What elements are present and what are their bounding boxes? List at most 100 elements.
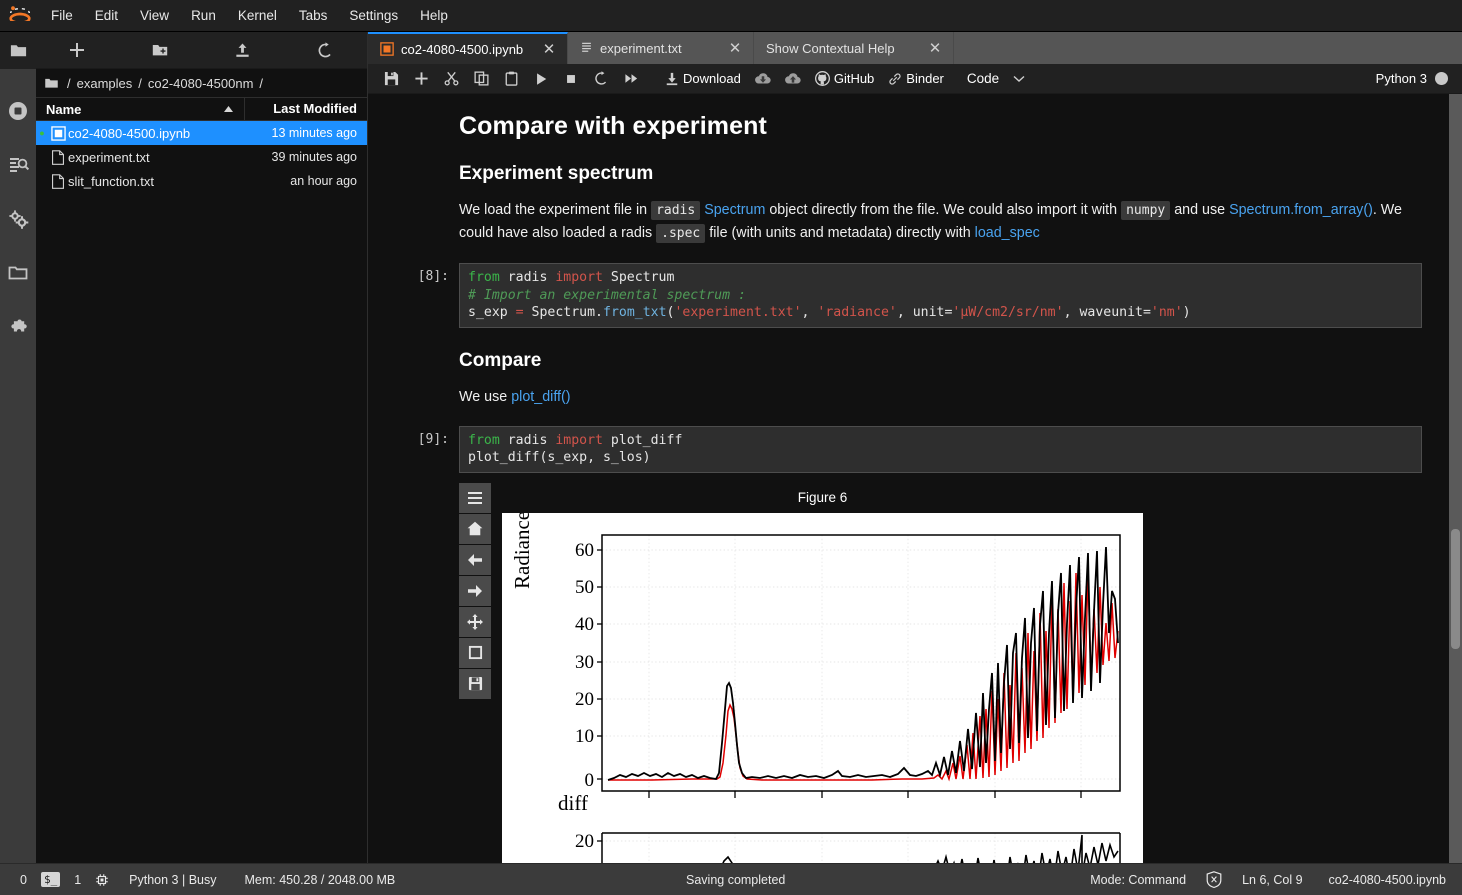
refresh-button[interactable] (284, 32, 367, 69)
scrollbar-thumb[interactable] (1451, 529, 1460, 649)
notebook-icon (48, 125, 68, 141)
sidebar-item-open-tabs[interactable] (0, 246, 36, 300)
paste-cell-button[interactable] (496, 65, 526, 93)
trusted-notebook-icon[interactable] (1206, 871, 1222, 888)
kernel-status-text[interactable]: Python 3 | Busy (123, 873, 222, 887)
link-spectrum[interactable]: Spectrum (704, 202, 765, 218)
list-item[interactable]: ● co2-4080-4500.ipynb 13 minutes ago (36, 121, 367, 145)
tab-contextual-help[interactable]: Show Contextual Help ✕ (754, 32, 954, 64)
text-file-icon (580, 41, 593, 55)
refresh-icon (318, 41, 331, 57)
puzzle-piece-icon (11, 319, 27, 332)
terminals-count[interactable]: 0 (14, 873, 33, 887)
copy-cell-button[interactable] (466, 65, 496, 93)
sidebar-item-extensions[interactable] (0, 300, 36, 354)
file-icon (48, 173, 68, 189)
run-cell-button[interactable] (526, 65, 556, 93)
sidebar-item-table-of-contents[interactable] (0, 138, 36, 192)
restart-run-all-button[interactable] (616, 65, 646, 93)
diff-subplot-label: diff (558, 790, 588, 815)
new-launcher-button[interactable] (36, 32, 119, 69)
kernel-name-label[interactable]: Python 3 (1376, 71, 1435, 86)
interrupt-kernel-button[interactable] (556, 65, 586, 93)
back-button[interactable] (459, 544, 491, 575)
column-header-modified[interactable]: Last Modified (245, 97, 367, 121)
save-figure-button[interactable] (459, 668, 491, 699)
link-load-spec[interactable]: load_spec (975, 225, 1040, 241)
new-folder-button[interactable] (119, 32, 202, 69)
figure-output: Figure 6 diff 60 50 40 30 20 10 0 20 (459, 482, 1450, 863)
link-spectrum-from-array[interactable]: Spectrum.from_array() (1229, 202, 1373, 218)
menu-edit[interactable]: Edit (84, 0, 129, 32)
restart-icon (594, 71, 606, 85)
cloud-download-button[interactable] (748, 65, 778, 93)
tab-label: Show Contextual Help (766, 40, 895, 56)
menu-tabs[interactable]: Tabs (288, 0, 339, 32)
list-item[interactable]: slit_function.txt an hour ago (36, 169, 367, 193)
plus-icon (414, 72, 428, 85)
notebook-scrollbar[interactable] (1449, 94, 1462, 863)
file-modified: 39 minutes ago (271, 150, 357, 164)
cell-type-value: Code (966, 71, 1000, 86)
terminal-icon[interactable]: $_ (40, 872, 61, 887)
code-token: = (515, 305, 524, 320)
cpu-chip-icon[interactable] (95, 873, 109, 887)
close-icon[interactable]: ✕ (727, 41, 743, 56)
menu-settings[interactable]: Settings (338, 0, 409, 32)
binder-button[interactable]: Binder (881, 65, 951, 93)
text-part: object directly from the file. We could … (765, 202, 1122, 218)
close-icon[interactable]: ✕ (927, 41, 943, 56)
cursor-position[interactable]: Ln 6, Col 9 (1236, 873, 1308, 887)
pan-button[interactable] (459, 606, 491, 637)
home-button[interactable] (459, 513, 491, 544)
insert-cell-button[interactable] (406, 65, 436, 93)
code-token: import (555, 270, 603, 285)
cloud-upload-button[interactable] (778, 65, 808, 93)
svg-text:30: 30 (575, 652, 594, 673)
code-editor[interactable]: from radis import Spectrum # Import an e… (459, 263, 1422, 328)
breadcrumb-root[interactable]: / (65, 76, 73, 91)
figure-menu-button[interactable] (459, 482, 491, 513)
open-tabs-icon (8, 266, 28, 280)
code-token: , (801, 305, 818, 320)
zoom-rect-button[interactable] (459, 637, 491, 668)
breadcrumb-examples[interactable]: examples (75, 76, 135, 91)
list-item[interactable]: experiment.txt 39 minutes ago (36, 145, 367, 169)
breadcrumb-folder[interactable]: co2-4080-4500nm (146, 76, 256, 91)
tab-notebook[interactable]: co2-4080-4500.ipynb ✕ (368, 32, 568, 64)
restart-kernel-button[interactable] (586, 65, 616, 93)
section-heading-experiment-spectrum: Experiment spectrum (459, 163, 654, 184)
menu-run[interactable]: Run (180, 0, 227, 32)
figure-canvas[interactable]: Radiance (µW/cm2/sr/nm) diff 60 50 40 30… (502, 512, 1143, 863)
save-button[interactable] (376, 65, 406, 93)
notebook-scroll-area[interactable]: Compare with experiment Experiment spect… (368, 94, 1462, 863)
menu-help[interactable]: Help (409, 0, 459, 32)
cut-cell-button[interactable] (436, 65, 466, 93)
cloud-download-icon (754, 72, 771, 84)
kernels-count[interactable]: 1 (68, 873, 87, 887)
main-dock-area: co2-4080-4500.ipynb ✕ experiment.txt ✕ S… (368, 32, 1462, 863)
download-button[interactable]: Download (658, 65, 748, 93)
close-icon[interactable]: ✕ (541, 42, 557, 57)
column-header-name-label: Name (46, 101, 82, 117)
code-editor[interactable]: from radis import plot_diff plot_diff(s_… (459, 425, 1422, 473)
jupyterlab-window: File Edit View Run Kernel Tabs Settings … (0, 0, 1462, 895)
jupyter-logo-icon (0, 0, 40, 32)
editor-mode[interactable]: Mode: Command (1084, 873, 1192, 887)
matplotlib-toolbar (459, 482, 491, 699)
sidebar-item-file-browser[interactable] (0, 32, 36, 69)
column-header-name[interactable]: Name (36, 97, 245, 121)
upload-button[interactable] (202, 32, 285, 69)
link-plot-diff[interactable]: plot_diff() (511, 389, 570, 405)
forward-button[interactable] (459, 575, 491, 606)
tab-experiment-txt[interactable]: experiment.txt ✕ (568, 32, 754, 64)
menu-view[interactable]: View (129, 0, 180, 32)
menu-file[interactable]: File (40, 0, 84, 32)
menu-kernel[interactable]: Kernel (227, 0, 288, 32)
sidebar-item-running[interactable] (0, 84, 36, 138)
sidebar-item-property-inspector[interactable] (0, 192, 36, 246)
sort-ascending-icon (223, 105, 234, 113)
cell-type-select[interactable]: Code (961, 67, 1031, 91)
scissors-icon (444, 71, 458, 86)
github-button[interactable]: GitHub (808, 65, 881, 93)
